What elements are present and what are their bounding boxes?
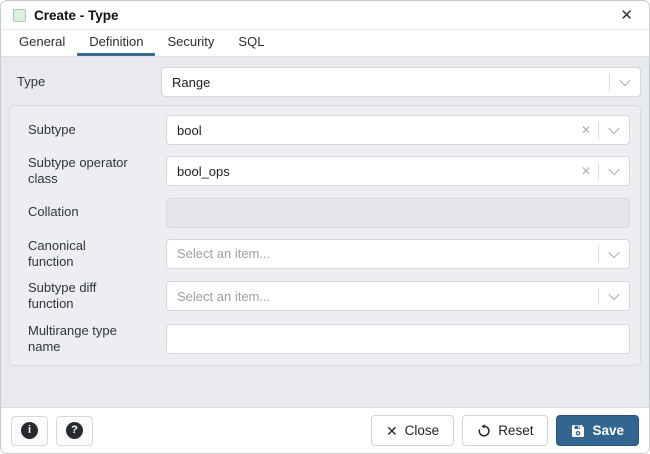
subtype-operator-class-label: Subtype operator class bbox=[20, 155, 166, 188]
range-definition-panel: Subtype bool ✕ Subtype operator class bo… bbox=[9, 105, 641, 366]
reset-button[interactable]: Reset bbox=[462, 415, 548, 446]
canonical-function-label: Canonical function bbox=[20, 238, 166, 271]
type-icon bbox=[13, 9, 26, 22]
chevron-down-icon[interactable] bbox=[599, 157, 629, 185]
type-select[interactable]: Range bbox=[161, 67, 641, 97]
canonical-function-select[interactable]: Select an item... bbox=[166, 239, 630, 269]
collation-row: Collation bbox=[20, 198, 630, 228]
clear-icon[interactable]: ✕ bbox=[574, 124, 598, 136]
collation-input bbox=[166, 198, 630, 228]
close-icon[interactable]: ✕ bbox=[616, 6, 637, 25]
info-icon: i bbox=[21, 422, 38, 439]
reset-icon bbox=[477, 424, 491, 438]
subtype-diff-function-label: Subtype diff function bbox=[20, 280, 166, 313]
subtype-operator-class-value: bool_ops bbox=[177, 164, 574, 179]
multirange-type-name-label: Multirange type name bbox=[20, 323, 166, 356]
subtype-operator-class-row: Subtype operator class bool_ops ✕ bbox=[20, 155, 630, 188]
subtype-diff-function-placeholder: Select an item... bbox=[177, 289, 598, 304]
dialog-titlebar: Create - Type ✕ bbox=[1, 1, 649, 30]
reset-button-label: Reset bbox=[498, 423, 533, 438]
close-button[interactable]: ✕ Close bbox=[371, 415, 454, 446]
clear-icon[interactable]: ✕ bbox=[574, 165, 598, 177]
collation-label: Collation bbox=[20, 204, 166, 220]
type-row: Type Range bbox=[9, 67, 641, 97]
subtype-select[interactable]: bool ✕ bbox=[166, 115, 630, 145]
subtype-label: Subtype bbox=[20, 122, 166, 138]
multirange-type-name-row: Multirange type name bbox=[20, 323, 630, 356]
subtype-diff-function-row: Subtype diff function Select an item... bbox=[20, 280, 630, 313]
tab-definition[interactable]: Definition bbox=[77, 30, 155, 56]
save-icon bbox=[571, 424, 585, 438]
chevron-down-icon[interactable] bbox=[610, 68, 640, 96]
create-type-dialog: Create - Type ✕ General Definition Secur… bbox=[0, 0, 650, 454]
type-label: Type bbox=[9, 74, 161, 90]
close-button-label: Close bbox=[405, 423, 440, 438]
canonical-function-placeholder: Select an item... bbox=[177, 246, 598, 261]
info-button[interactable]: i bbox=[11, 416, 48, 446]
multirange-type-name-input[interactable] bbox=[166, 324, 630, 354]
help-button[interactable]: ? bbox=[56, 416, 93, 446]
save-button-label: Save bbox=[592, 423, 624, 438]
help-icon: ? bbox=[66, 422, 83, 439]
canonical-function-row: Canonical function Select an item... bbox=[20, 238, 630, 271]
tab-security[interactable]: Security bbox=[155, 30, 226, 56]
type-value: Range bbox=[172, 75, 609, 90]
tab-general[interactable]: General bbox=[7, 30, 77, 56]
tab-sql[interactable]: SQL bbox=[226, 30, 276, 56]
definition-tab-content: Type Range Subtype bool ✕ Subtype operat… bbox=[1, 57, 649, 407]
subtype-diff-function-select[interactable]: Select an item... bbox=[166, 281, 630, 311]
dialog-footer: i ? ✕ Close Reset bbox=[1, 407, 649, 453]
subtype-row: Subtype bool ✕ bbox=[20, 115, 630, 145]
subtype-value: bool bbox=[177, 123, 574, 138]
close-x-icon: ✕ bbox=[386, 424, 398, 438]
dialog-title: Create - Type bbox=[34, 8, 616, 23]
dialog-tabs: General Definition Security SQL bbox=[1, 30, 649, 57]
subtype-operator-class-select[interactable]: bool_ops ✕ bbox=[166, 156, 630, 186]
chevron-down-icon[interactable] bbox=[599, 282, 629, 310]
chevron-down-icon[interactable] bbox=[599, 116, 629, 144]
chevron-down-icon[interactable] bbox=[599, 240, 629, 268]
save-button[interactable]: Save bbox=[556, 415, 639, 446]
